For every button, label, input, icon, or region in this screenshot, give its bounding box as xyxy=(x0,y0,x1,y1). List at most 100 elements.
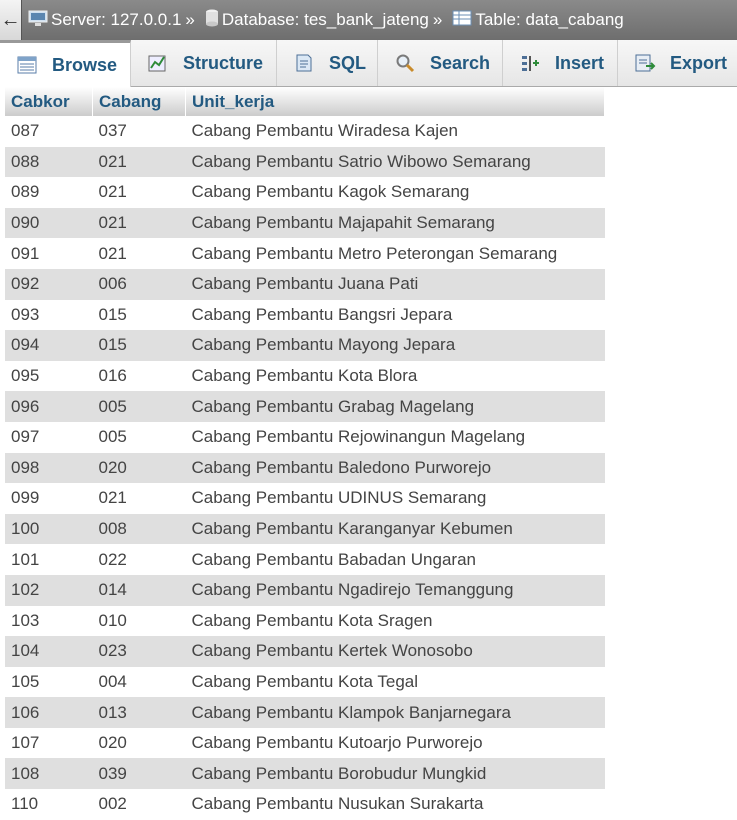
table-row[interactable]: 092 006 Cabang Pembantu Juana Pati xyxy=(5,268,605,300)
cell-cabkor: 110 xyxy=(5,789,93,820)
column-header-cabkor[interactable]: Cabkor xyxy=(5,87,93,116)
cell-cabang: 023 xyxy=(92,636,186,667)
cell-unit-kerja: Cabang Pembantu Kagok Semarang xyxy=(185,177,605,208)
cell-cabkor: 104 xyxy=(5,636,93,667)
tab-bar: Browse Structure SQL Search Insert Expor… xyxy=(0,40,737,87)
breadcrumb-server-link[interactable]: Server: 127.0.0.1 xyxy=(51,10,181,30)
cell-cabang: 015 xyxy=(92,299,186,331)
server-icon xyxy=(28,9,48,32)
table-row[interactable]: 100 008 Cabang Pembantu Karanganyar Kebume… xyxy=(5,513,605,545)
back-button[interactable]: ← xyxy=(0,0,22,40)
tab-label: Browse xyxy=(52,54,118,75)
tab-export[interactable]: Export xyxy=(618,40,737,86)
structure-icon xyxy=(147,52,169,74)
cell-cabkor: 096 xyxy=(5,391,93,422)
table-row[interactable]: 095 016 Cabang Pembantu Kota Blora xyxy=(5,360,605,392)
cell-unit-kerja: Cabang Pembantu Ngadirejo Temanggung xyxy=(185,574,605,606)
breadcrumb-separator: » xyxy=(432,10,443,29)
cell-unit-kerja: Cabang Pembantu Satrio Wibowo Semarang xyxy=(185,146,605,178)
table-row[interactable]: 088 021 Cabang Pembantu Satrio Wibowo Sema… xyxy=(5,146,605,178)
cell-cabkor: 095 xyxy=(5,360,93,392)
cell-unit-kerja: Cabang Pembantu Juana Pati xyxy=(185,268,605,300)
table-row[interactable]: 096 005 Cabang Pembantu Grabag Magelang xyxy=(5,391,605,422)
cell-cabang: 021 xyxy=(92,177,186,208)
table-row[interactable]: 093 015 Cabang Pembantu Bangsri Jepara xyxy=(5,299,605,331)
table-icon xyxy=(452,9,472,32)
table-header-row: Cabkor Cabang Unit_kerja xyxy=(5,87,605,116)
cell-cabang: 014 xyxy=(92,574,186,606)
cell-cabang: 037 xyxy=(92,116,186,147)
search-icon xyxy=(394,52,416,74)
table-row[interactable]: 104 023 Cabang Pembantu Kertek Wonosobo xyxy=(5,636,605,667)
cell-cabang: 021 xyxy=(92,238,186,269)
tab-browse[interactable]: Browse xyxy=(0,40,131,87)
cell-cabkor: 097 xyxy=(5,421,93,453)
cell-cabang: 016 xyxy=(92,360,186,392)
cell-unit-kerja: Cabang Pembantu UDINUS Semarang xyxy=(185,483,605,514)
tab-structure[interactable]: Structure xyxy=(131,40,277,86)
breadcrumb-table-link[interactable]: Table: data_cabang xyxy=(475,10,623,30)
table-row[interactable]: 110 002 Cabang Pembantu Nusukan Surakarta xyxy=(5,789,605,820)
export-icon xyxy=(634,52,656,74)
table-row[interactable]: 107 020 Cabang Pembantu Kutoarjo Purworejo xyxy=(5,727,605,759)
tab-label: Search xyxy=(430,52,491,73)
cell-cabkor: 091 xyxy=(5,238,93,269)
cell-cabkor: 092 xyxy=(5,268,93,300)
breadcrumb: Server: 127.0.0.1 » Database: tes_bank_j… xyxy=(22,9,624,32)
tab-search[interactable]: Search xyxy=(378,40,503,86)
table-row[interactable]: 105 004 Cabang Pembantu Kota Tegal xyxy=(5,666,605,698)
back-arrow-icon: ← xyxy=(0,8,21,31)
table-row[interactable]: 106 013 Cabang Pembantu Klampok Banjarnega… xyxy=(5,697,605,728)
cell-unit-kerja: Cabang Pembantu Kota Tegal xyxy=(185,666,605,698)
table-row[interactable]: 087 037 Cabang Pembantu Wiradesa Kajen xyxy=(5,116,605,147)
cell-cabang: 005 xyxy=(92,391,186,422)
cell-cabkor: 105 xyxy=(5,666,93,698)
table-row[interactable]: 091 021 Cabang Pembantu Metro Peterongan S… xyxy=(5,238,605,269)
cell-cabkor: 094 xyxy=(5,330,93,361)
cell-unit-kerja: Cabang Pembantu Kota Sragen xyxy=(185,605,605,637)
cell-cabkor: 099 xyxy=(5,483,93,514)
cell-unit-kerja: Cabang Pembantu Grabag Magelang xyxy=(185,391,605,422)
tab-insert[interactable]: Insert xyxy=(503,40,618,86)
cell-cabkor: 090 xyxy=(5,207,93,239)
cell-cabang: 010 xyxy=(92,605,186,637)
table-row[interactable]: 097 005 Cabang Pembantu Rejowinangun Magel… xyxy=(5,421,605,453)
cell-cabang: 008 xyxy=(92,513,186,545)
table-row[interactable]: 094 015 Cabang Pembantu Mayong Jepara xyxy=(5,330,605,361)
tab-sql[interactable]: SQL xyxy=(277,40,378,86)
tab-label: SQL xyxy=(329,52,367,73)
table-row[interactable]: 089 021 Cabang Pembantu Kagok Semarang xyxy=(5,177,605,208)
cell-cabang: 021 xyxy=(92,146,186,178)
table-row[interactable]: 090 021 Cabang Pembantu Majapahit Semarang xyxy=(5,207,605,239)
cell-cabang: 039 xyxy=(92,758,186,790)
cell-cabkor: 100 xyxy=(5,513,93,545)
cell-unit-kerja: Cabang Pembantu Rejowinangun Magelang xyxy=(185,421,605,453)
cell-cabang: 002 xyxy=(92,789,186,820)
insert-icon xyxy=(519,52,541,74)
table-row[interactable]: 108 039 Cabang Pembantu Borobudur Mungkid xyxy=(5,758,605,790)
cell-unit-kerja: Cabang Pembantu Majapahit Semarang xyxy=(185,207,605,239)
cell-cabang: 005 xyxy=(92,421,186,453)
cell-unit-kerja: Cabang Pembantu Babadan Ungaran xyxy=(185,544,605,575)
cell-cabkor: 089 xyxy=(5,177,93,208)
breadcrumb-database-link[interactable]: Database: tes_bank_jateng xyxy=(222,10,429,30)
cell-cabkor: 087 xyxy=(5,116,93,147)
table-row[interactable]: 101 022 Cabang Pembantu Babadan Ungaran xyxy=(5,544,605,575)
cell-unit-kerja: Cabang Pembantu Kota Blora xyxy=(185,360,605,392)
cell-unit-kerja: Cabang Pembantu Mayong Jepara xyxy=(185,330,605,361)
cell-cabkor: 103 xyxy=(5,605,93,637)
table-row[interactable]: 098 020 Cabang Pembantu Baledono Purworejo xyxy=(5,452,605,484)
cell-unit-kerja: Cabang Pembantu Karanganyar Kebumen xyxy=(185,513,605,545)
cell-cabang: 004 xyxy=(92,666,186,698)
cell-unit-kerja: Cabang Pembantu Klampok Banjarnegara xyxy=(185,697,605,728)
table-body: 087 037 Cabang Pembantu Wiradesa Kajen 088 0… xyxy=(5,116,605,820)
cell-unit-kerja: Cabang Pembantu Borobudur Mungkid xyxy=(185,758,605,790)
breadcrumb-bar: ← Server: 127.0.0.1 » Database: tes_bank… xyxy=(0,0,737,40)
tab-label: Insert xyxy=(555,52,605,73)
table-row[interactable]: 102 014 Cabang Pembantu Ngadirejo Temanggu… xyxy=(5,574,605,606)
cell-cabang: 015 xyxy=(92,330,186,361)
table-row[interactable]: 103 010 Cabang Pembantu Kota Sragen xyxy=(5,605,605,637)
table-row[interactable]: 099 021 Cabang Pembantu UDINUS Semarang xyxy=(5,483,605,514)
column-header-unit-kerja[interactable]: Unit_kerja xyxy=(185,87,605,116)
column-header-cabang[interactable]: Cabang xyxy=(92,87,186,116)
